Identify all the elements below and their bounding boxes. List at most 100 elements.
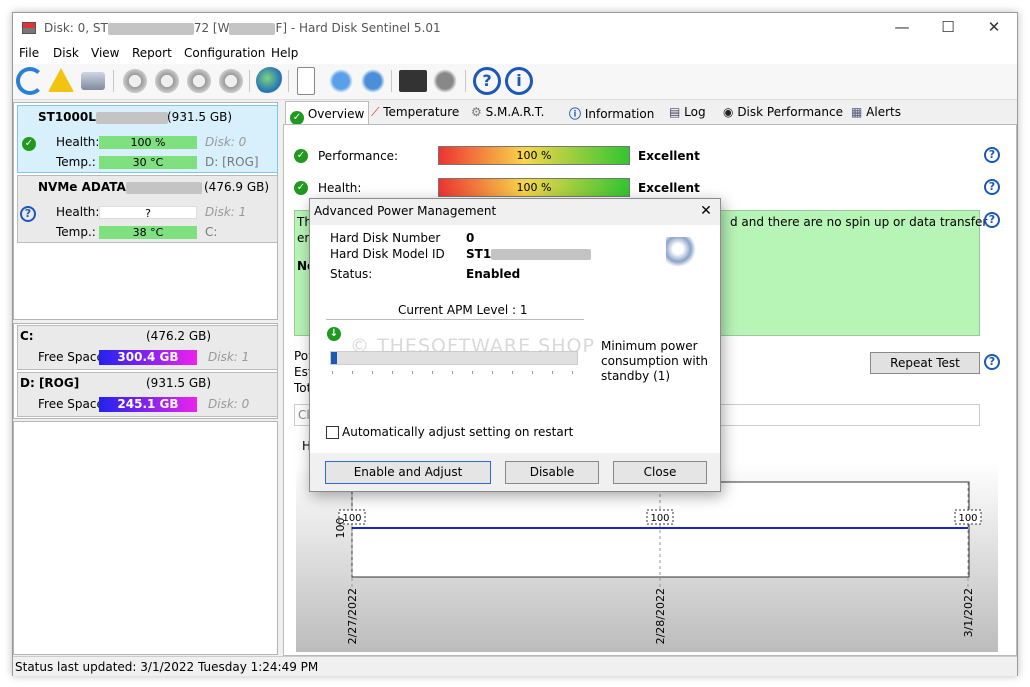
volume-disk: Disk: 0: [208, 397, 250, 411]
temp-bar: 38 °C: [99, 226, 197, 239]
repeat-test-button[interactable]: Repeat Test: [870, 352, 980, 374]
globe-icon[interactable]: [256, 67, 284, 95]
tab-smart[interactable]: ⚙ S.M.A.R.T.: [471, 105, 544, 125]
apm-dialog: Advanced Power Management ✕ Hard Disk Nu…: [309, 198, 721, 492]
repeat-help-icon[interactable]: ?: [984, 354, 1000, 370]
volume-item-d[interactable]: D: [ROG] (931.5 GB) Free Space 245.1 GB …: [17, 372, 278, 417]
minimize-button[interactable]: —: [879, 13, 925, 43]
disable-button[interactable]: Disable: [505, 461, 599, 484]
health-gauge: 100 %: [438, 178, 630, 197]
dialog-title: Advanced Power Management: [314, 204, 497, 218]
disk-list-panel: ST1000L (931.5 GB) ✓ Health: 100 % Disk:…: [13, 102, 278, 320]
tab-information[interactable]: ⓘ Information: [569, 105, 654, 125]
disk-name: ST1000L: [38, 110, 168, 124]
temp-label: Temp.:: [56, 225, 96, 239]
log-icon: ▤: [669, 105, 681, 119]
tab-temperature[interactable]: ⟋ Temperature: [371, 105, 459, 125]
slider-thumb[interactable]: [331, 352, 337, 364]
power-settings-icon: [666, 237, 696, 267]
speaker-icon[interactable]: [431, 67, 459, 95]
dialog-close-button[interactable]: Close: [613, 461, 707, 484]
slider-ticks: [332, 371, 578, 374]
close-window-button[interactable]: ✕: [971, 13, 1017, 43]
volume-name: C:: [20, 329, 34, 343]
dialog-body: Hard Disk Number 0 Hard Disk Model ID ST…: [310, 225, 720, 453]
wrench-icon: ⚙: [471, 105, 482, 119]
tab-disk-performance[interactable]: ◉ Disk Performance: [723, 105, 843, 125]
menu-bar: File Disk View Report Configuration Help: [13, 44, 1017, 64]
health-rating: Excellent: [638, 181, 700, 195]
volume-disk: Disk: 1: [208, 350, 250, 364]
monitor-icon[interactable]: [399, 70, 427, 92]
app-icon: [22, 22, 36, 34]
volume-size: (931.5 GB): [146, 376, 212, 390]
health-bar: ?: [99, 206, 197, 220]
sync-icon[interactable]: [327, 67, 355, 95]
menu-file[interactable]: File: [19, 46, 39, 60]
redacted-model: [95, 111, 168, 124]
apm-level-label: Current APM Level : 1: [398, 303, 528, 317]
menu-view[interactable]: View: [91, 46, 119, 60]
info-icon[interactable]: i: [505, 67, 533, 95]
dialog-close-icon[interactable]: ✕: [696, 201, 716, 221]
disk-tools-icon[interactable]: [217, 67, 245, 95]
drive-icon[interactable]: [81, 72, 105, 90]
partition-label: C:: [205, 225, 218, 239]
apm-level-slider[interactable]: [330, 351, 578, 365]
performance-label: Performance:: [318, 149, 399, 163]
hdn-label: Hard Disk Number: [330, 231, 441, 245]
maximize-button[interactable]: ☐: [925, 13, 971, 43]
disk-item-1[interactable]: NVMe ADATA (476.9 GB) ? Health: ? Disk: …: [17, 175, 278, 243]
date-label-1: 2/28/2022: [654, 588, 667, 644]
volume-list-panel: C: (476.2 GB) Free Space 300.4 GB Disk: …: [13, 323, 278, 419]
performance-rating: Excellent: [638, 149, 700, 163]
min-power-icon: ↓: [327, 327, 341, 341]
status-text-end: d and there are no spin up or data trans…: [730, 215, 988, 229]
health-bar: 100 %: [99, 136, 197, 149]
alerts-icon: ▦: [851, 105, 863, 119]
thermometer-icon: ⟋: [371, 105, 380, 119]
disk-ok-icon[interactable]: [185, 67, 213, 95]
network-icon[interactable]: [359, 67, 387, 95]
performance-help-icon[interactable]: ?: [984, 147, 1000, 163]
apm-divider: [326, 319, 584, 320]
toolbar: ? i: [13, 64, 1017, 100]
auto-adjust-checkbox[interactable]: [326, 426, 339, 439]
disk-number: Disk: 1: [205, 205, 247, 219]
menu-help[interactable]: Help: [271, 46, 298, 60]
health-ok-icon: ✓: [294, 181, 308, 195]
model-value: ST1: [466, 247, 592, 261]
hdn-value: 0: [466, 231, 475, 245]
enable-adjust-button[interactable]: Enable and Adjust: [325, 461, 491, 484]
health-label: Health:: [56, 205, 100, 219]
health-help-icon[interactable]: ?: [984, 179, 1000, 195]
y-tick-label: 100: [334, 518, 347, 539]
help-icon[interactable]: ?: [473, 67, 501, 95]
menu-disk[interactable]: Disk: [53, 46, 79, 60]
temp-label: Temp.:: [56, 155, 96, 169]
status-text-line2: er: [297, 231, 310, 245]
disk-size: (476.9 GB): [204, 180, 270, 194]
tab-alerts[interactable]: ▦ Alerts: [851, 105, 901, 125]
refresh-icon[interactable]: [16, 67, 44, 95]
point-label-1: 100: [650, 513, 669, 524]
menu-configuration[interactable]: Configuration: [184, 46, 265, 60]
performance-ok-icon: ✓: [294, 149, 308, 163]
free-space-label: Free Space: [38, 350, 104, 364]
warning-icon[interactable]: [48, 68, 74, 92]
disk-name: NVMe ADATA: [38, 180, 202, 194]
disk-test-icon[interactable]: [121, 67, 149, 95]
unknown-status-icon: ?: [20, 206, 36, 222]
disk-item-0[interactable]: ST1000L (931.5 GB) ✓ Health: 100 % Disk:…: [17, 105, 278, 173]
disk-test-2-icon[interactable]: [153, 67, 181, 95]
status-help-icon[interactable]: ?: [984, 212, 1000, 228]
model-label: Hard Disk Model ID: [330, 247, 445, 261]
volume-item-c[interactable]: C: (476.2 GB) Free Space 300.4 GB Disk: …: [17, 325, 278, 370]
redacted-model-id: [491, 249, 592, 260]
report-icon[interactable]: [297, 67, 315, 95]
tab-log[interactable]: ▤ Log: [669, 105, 706, 125]
menu-report[interactable]: Report: [132, 46, 172, 60]
date-label-2: 3/1/2022: [962, 588, 975, 637]
title-bar[interactable]: Disk: 0, ST 72 [W F] - Hard Disk Sentinel …: [13, 13, 1017, 44]
health-label: Health:: [56, 135, 100, 149]
